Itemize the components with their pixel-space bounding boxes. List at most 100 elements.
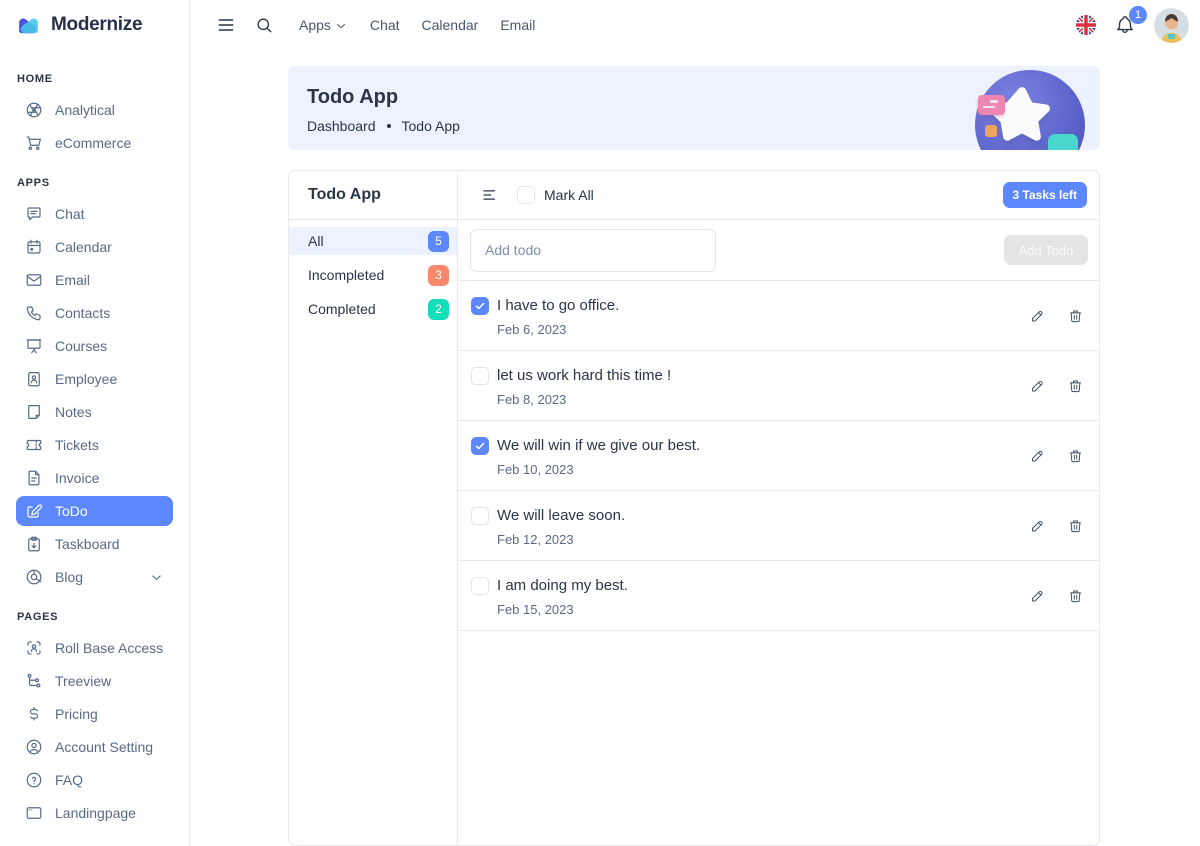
sidebar-item-label: Roll Base Access — [55, 640, 163, 656]
card-shape — [978, 95, 1005, 115]
sidebar-item-employee[interactable]: Employee — [16, 364, 173, 394]
filter-label: All — [308, 233, 324, 249]
cart-icon — [25, 134, 43, 152]
sidebar-item-ecommerce[interactable]: eCommerce — [16, 128, 173, 158]
main-area: AppsChat Calendar Email — [190, 0, 1200, 846]
sidebar-item-analytical[interactable]: Analytical — [16, 95, 173, 125]
sidebar-item-label: Taskboard — [55, 536, 120, 552]
mark-all-checkbox[interactable] — [517, 186, 535, 204]
delete-todo-button[interactable] — [1066, 446, 1085, 465]
topbar-link-calendar[interactable]: Calendar — [411, 17, 490, 33]
brand-logo[interactable]: Modernize — [0, 0, 189, 50]
language-flag-button[interactable] — [1076, 15, 1096, 35]
sidebar-item-notes[interactable]: Notes — [16, 397, 173, 427]
filter-count-badge: 2 — [428, 299, 449, 320]
sidebar-item-label: Contacts — [55, 305, 110, 321]
todo-item-title: We will leave soon. — [497, 507, 625, 524]
add-todo-input[interactable] — [470, 229, 716, 272]
sidebar-item-contacts[interactable]: Contacts — [16, 298, 173, 328]
trash-icon — [1068, 378, 1083, 393]
sidebar-item-label: eCommerce — [55, 135, 131, 151]
todo-item-row: I am doing my best.Feb 15, 2023 — [458, 561, 1099, 631]
menu-toggle-button[interactable] — [212, 11, 240, 39]
notifications-button[interactable]: 1 — [1110, 12, 1140, 38]
clipboard-icon — [25, 535, 43, 553]
sidebar-nav: HOME Analytical eCommerce APPS Chat Calendar E… — [0, 73, 189, 828]
nav-section-label-home: HOME — [17, 73, 173, 85]
edit-todo-button[interactable] — [1028, 516, 1047, 535]
todo-item-checkbox[interactable] — [471, 507, 489, 525]
sidebar-item-taskboard[interactable]: Taskboard — [16, 529, 173, 559]
sidebar-item-faq[interactable]: FAQ — [16, 765, 173, 795]
delete-todo-button[interactable] — [1066, 376, 1085, 395]
todo-list-panel: Mark All 3 Tasks left Add Todo I have to… — [458, 171, 1099, 845]
sidebar-item-email[interactable]: Email — [16, 265, 173, 295]
edit-todo-button[interactable] — [1028, 306, 1047, 325]
breadcrumb-separator — [387, 124, 391, 128]
sidebar-item-label: Treeview — [55, 673, 111, 689]
sidebar-item-chat[interactable]: Chat — [16, 199, 173, 229]
edit-todo-button[interactable] — [1028, 586, 1047, 605]
user-avatar[interactable] — [1154, 8, 1189, 43]
sidebar-item-todo[interactable]: ToDo — [16, 496, 173, 526]
todo-item-row: let us work hard this time !Feb 8, 2023 — [458, 351, 1099, 421]
delete-todo-button[interactable] — [1066, 586, 1085, 605]
todo-item-checkbox[interactable] — [471, 437, 489, 455]
breadcrumb-link-dashboard[interactable]: Dashboard — [307, 118, 376, 134]
sidebar-item-invoice[interactable]: Invoice — [16, 463, 173, 493]
nav-section-label-apps: APPS — [17, 177, 173, 189]
square-shape — [985, 125, 997, 137]
delete-todo-button[interactable] — [1066, 516, 1085, 535]
pencil-icon — [1030, 378, 1045, 393]
todo-filter-incompleted[interactable]: Incompleted3 — [289, 261, 457, 289]
mark-all-label: Mark All — [544, 187, 594, 203]
sidebar-item-calendar[interactable]: Calendar — [16, 232, 173, 262]
todo-filter-panel: Todo App All5Incompleted3Completed2 — [289, 171, 458, 845]
trash-icon — [1068, 448, 1083, 463]
todo-filter-completed[interactable]: Completed2 — [289, 295, 457, 323]
sidebar-item-landingpage[interactable]: Landingpage — [16, 798, 173, 828]
todo-item-checkbox[interactable] — [471, 367, 489, 385]
sort-icon[interactable] — [479, 184, 501, 206]
add-todo-button[interactable]: Add Todo — [1004, 235, 1088, 265]
edit-todo-button[interactable] — [1028, 376, 1047, 395]
tree-icon — [25, 672, 43, 690]
pencil-icon — [1030, 448, 1045, 463]
todo-item-checkbox[interactable] — [471, 577, 489, 595]
sidebar-item-label: Email — [55, 272, 90, 288]
search-button[interactable] — [251, 12, 278, 39]
rect-shape — [1048, 134, 1078, 150]
dollar-icon — [25, 705, 43, 723]
todo-item-title: let us work hard this time ! — [497, 367, 671, 384]
topbar-link-email[interactable]: Email — [489, 17, 546, 33]
trash-icon — [1068, 588, 1083, 603]
sidebar-item-tickets[interactable]: Tickets — [16, 430, 173, 460]
id-badge-icon — [25, 370, 43, 388]
edit-todo-button[interactable] — [1028, 446, 1047, 465]
notification-count-badge: 1 — [1129, 6, 1147, 24]
file-icon — [25, 469, 43, 487]
nav-section-label-pages: PAGES — [17, 611, 173, 623]
sidebar-item-treeview[interactable]: Treeview — [16, 666, 173, 696]
sidebar-item-courses[interactable]: Courses — [16, 331, 173, 361]
todo-item-title: I have to go office. — [497, 297, 619, 314]
sidebar-item-label: Calendar — [55, 239, 112, 255]
sidebar-item-label: Blog — [55, 569, 83, 585]
topbar: AppsChat Calendar Email — [190, 0, 1200, 50]
sidebar-item-blog[interactable]: Blog — [16, 562, 173, 592]
trash-icon — [1068, 518, 1083, 533]
sidebar-item-roll-base-access[interactable]: Roll Base Access — [16, 633, 173, 663]
topbar-link-label: Calendar — [422, 17, 479, 33]
sidebar-item-account-setting[interactable]: Account Setting — [16, 732, 173, 762]
todo-item-checkbox[interactable] — [471, 297, 489, 315]
sidebar-item-pricing[interactable]: Pricing — [16, 699, 173, 729]
delete-todo-button[interactable] — [1066, 306, 1085, 325]
presentation-icon — [25, 337, 43, 355]
todo-card: Todo App All5Incompleted3Completed2 Mark… — [288, 170, 1100, 846]
topbar-link-chat[interactable]: Chat — [359, 17, 411, 33]
note-icon — [25, 403, 43, 421]
mail-icon — [25, 271, 43, 289]
topbar-links: AppsChat Calendar Email — [288, 17, 546, 33]
topbar-link-apps[interactable]: Apps — [288, 17, 359, 33]
todo-filter-all[interactable]: All5 — [289, 227, 457, 255]
